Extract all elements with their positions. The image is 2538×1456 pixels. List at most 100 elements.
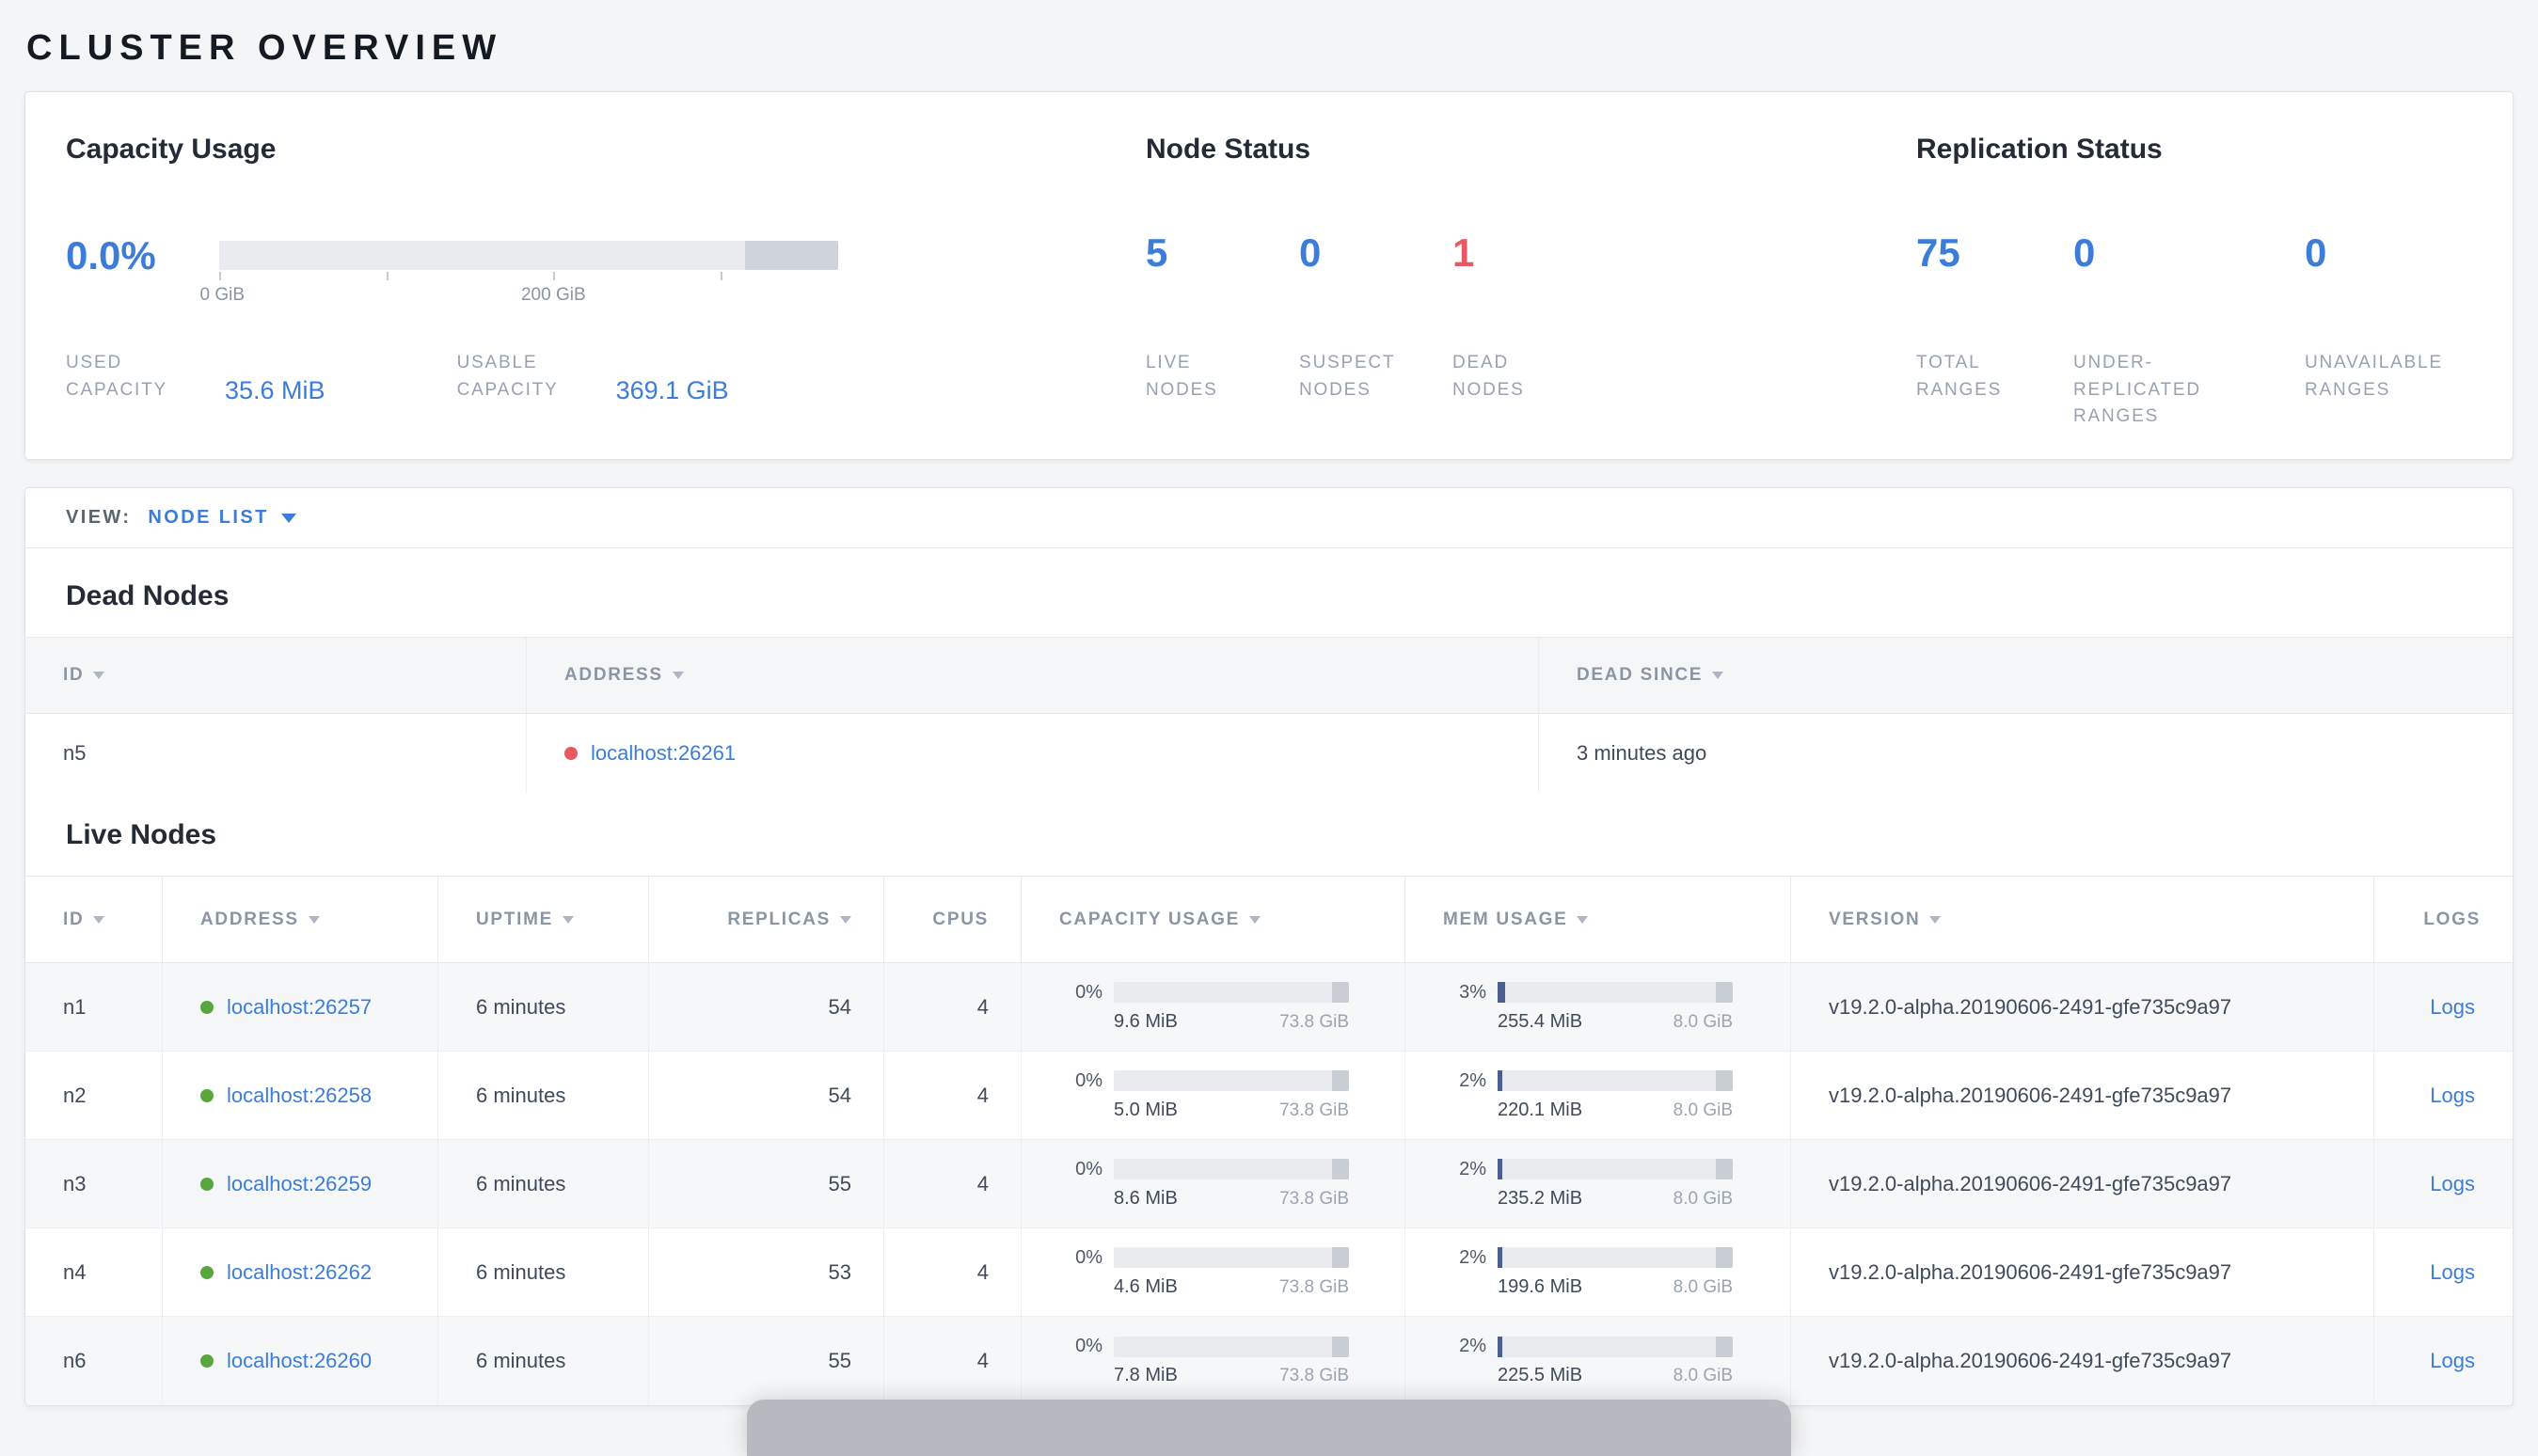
view-bar: VIEW: NODE LIST [25,488,2513,548]
capacity-used-value: 7.8 MiB [1114,1365,1178,1385]
live-nodes-table-header: ID ADDRESS UPTIME REPLICAS CPUS CAPACITY… [25,876,2513,963]
mem-total-value: 8.0 GiB [1673,1188,1733,1209]
node-logs-cell: Logs [2374,1140,2513,1227]
live-col-uptime-label: UPTIME [476,909,553,929]
node-capacity-usage: 0% 4.6 MiB 73.8 GiB [1022,1228,1405,1316]
live-col-version-label: VERSION [1829,909,1921,929]
capacity-mini-bar [1114,1159,1349,1179]
sort-arrow-icon [1577,915,1589,924]
node-uptime: 6 minutes [438,1317,649,1405]
logs-link[interactable]: Logs [2430,1260,2475,1285]
logs-link[interactable]: Logs [2430,995,2475,1020]
node-logs-cell: Logs [2374,1317,2513,1405]
capacity-used-value: 8.6 MiB [1114,1187,1178,1209]
node-mem-usage: 2% 225.5 MiB 8.0 GiB [1405,1317,1791,1405]
view-selected-value: NODE LIST [148,507,269,528]
node-version: v19.2.0-alpha.20190606-2491-gfe735c9a97 [1791,963,2374,1051]
logs-link[interactable]: Logs [2430,1349,2475,1373]
node-uptime: 6 minutes [438,1052,649,1139]
live-status-icon [200,1265,214,1279]
logs-link[interactable]: Logs [2430,1172,2475,1196]
live-col-replicas[interactable]: REPLICAS [649,877,884,962]
live-col-id[interactable]: ID [25,877,163,962]
live-col-mem-usage-label: MEM USAGE [1443,909,1568,929]
logs-link[interactable]: Logs [2430,1084,2475,1108]
node-mem-usage: 2% 235.2 MiB 8.0 GiB [1405,1140,1791,1227]
live-col-replicas-label: REPLICAS [727,909,831,929]
node-address-link[interactable]: localhost:26257 [227,995,372,1020]
dead-col-address-label: ADDRESS [564,665,663,685]
live-status-icon [200,1088,214,1102]
under-replicated-ranges-label: UNDER-REPLICATED RANGES [2073,353,2201,426]
axis-tick [720,272,722,280]
dead-col-id-label: ID [63,665,85,685]
live-nodes-count: 5 [1146,230,1168,275]
node-cpus: 4 [884,1140,1022,1227]
capacity-mini-bar [1114,1247,1349,1268]
capacity-usage-section: Capacity Usage 0.0% 0 GiB 200 GiB USED C… [66,134,1146,416]
node-id: n3 [25,1140,163,1227]
sort-arrow-icon [1712,672,1724,679]
node-capacity-usage: 0% 9.6 MiB 73.8 GiB [1022,963,1405,1051]
dead-col-id[interactable]: ID [25,638,527,713]
dead-nodes-count: 1 [1452,230,1475,275]
live-col-logs: LOGS [2374,877,2513,962]
view-label: VIEW: [66,507,132,528]
mem-percent-label: 2% [1459,1336,1486,1356]
unavailable-ranges-stat: 0 UNAVAILABLE RANGES [2305,233,2472,431]
live-col-capacity-usage[interactable]: CAPACITY USAGE [1022,877,1405,962]
suspect-nodes-stat: 0 SUSPECT NODES [1299,233,1452,404]
node-address-link[interactable]: localhost:26258 [227,1084,372,1108]
mem-used-value: 220.1 MiB [1498,1099,1583,1120]
capacity-used-value: 9.6 MiB [1114,1010,1178,1032]
axis-tick [553,272,556,280]
node-address-link[interactable]: localhost:26262 [227,1260,372,1285]
live-col-capacity-usage-label: CAPACITY USAGE [1059,909,1241,929]
live-node-row: n2 localhost:26258 6 minutes 54 4 0% 5.0… [25,1052,2513,1140]
live-node-row: n3 localhost:26259 6 minutes 55 4 0% 8.6… [25,1140,2513,1228]
axis-tick [386,272,389,280]
mem-total-value: 8.0 GiB [1673,1276,1733,1297]
live-col-address[interactable]: ADDRESS [163,877,438,962]
sort-arrow-icon [1929,915,1942,924]
mem-mini-bar [1498,1159,1733,1179]
capacity-percent: 0.0% [66,233,156,277]
dead-node-dead-since: 3 minutes ago [1577,741,1707,765]
node-address-cell: localhost:26257 [163,963,438,1051]
live-col-mem-usage[interactable]: MEM USAGE [1405,877,1791,962]
node-uptime: 6 minutes [438,1140,649,1227]
live-col-cpus[interactable]: CPUS [884,877,1022,962]
mem-mini-fill [1498,982,1505,1003]
under-replicated-ranges-count: 0 [2073,230,2096,275]
live-nodes-label: LIVE NODES [1146,353,1218,400]
capacity-bar-chart: 0 GiB 200 GiB [200,241,838,308]
live-col-uptime[interactable]: UPTIME [438,877,649,962]
capacity-total-value: 73.8 GiB [1279,1011,1349,1032]
mem-used-value: 255.4 MiB [1498,1010,1583,1032]
axis-tick [219,272,221,280]
sort-arrow-icon [1249,915,1261,924]
node-cpus: 4 [884,963,1022,1051]
view-selector-dropdown[interactable]: NODE LIST [148,507,296,529]
dead-node-address-link[interactable]: localhost:26261 [591,741,736,766]
node-address-link[interactable]: localhost:26259 [227,1172,372,1196]
node-version: v19.2.0-alpha.20190606-2491-gfe735c9a97 [1791,1228,2374,1316]
live-node-row: n4 localhost:26262 6 minutes 53 4 0% 4.6… [25,1228,2513,1317]
node-address-link[interactable]: localhost:26260 [227,1349,372,1373]
live-col-version[interactable]: VERSION [1791,877,2374,962]
used-capacity-stat: USED CAPACITY 35.6 MiB [66,350,325,404]
mem-mini-fill [1498,1070,1502,1091]
dead-col-dead-since[interactable]: DEAD SINCE [1539,638,2513,713]
mem-total-value: 8.0 GiB [1673,1100,1733,1120]
capacity-used-value: 4.6 MiB [1114,1275,1178,1297]
under-replicated-ranges-stat: 0 UNDER-REPLICATED RANGES [2073,233,2305,431]
node-logs-cell: Logs [2374,1228,2513,1316]
live-status-icon [200,1000,214,1014]
capacity-percent-label: 0% [1075,1246,1102,1268]
capacity-percent-label: 0% [1075,1336,1102,1356]
capacity-percent-label: 0% [1075,981,1102,1003]
capacity-mini-bar [1114,1070,1349,1091]
dead-col-address[interactable]: ADDRESS [527,638,1539,713]
node-address-cell: localhost:26260 [163,1317,438,1405]
total-ranges-stat: 75 TOTAL RANGES [1916,233,2073,431]
